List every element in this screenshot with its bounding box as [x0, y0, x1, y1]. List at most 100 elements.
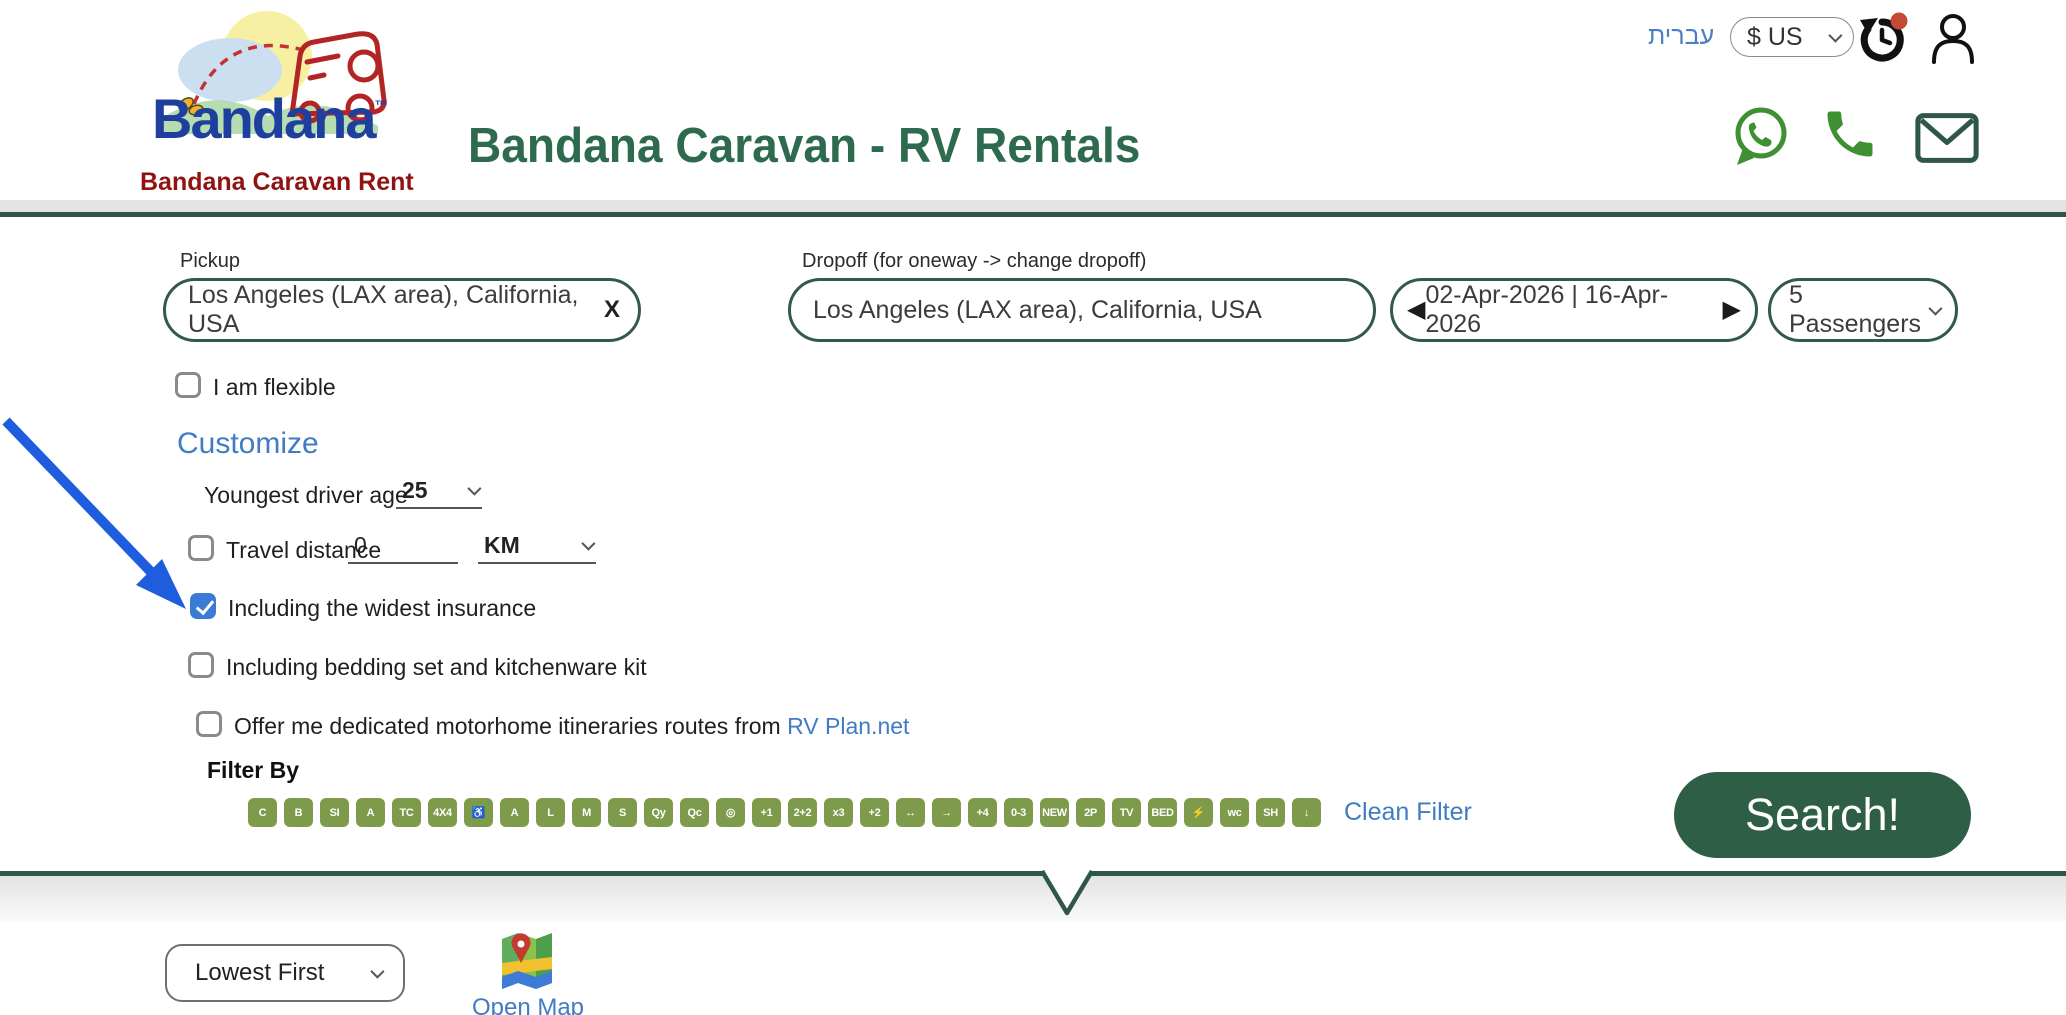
- insurance-label: Including the widest insurance: [228, 595, 536, 622]
- date-prev-button[interactable]: ◀: [1407, 298, 1425, 322]
- insurance-checkbox[interactable]: [190, 593, 216, 619]
- whatsapp-icon: [1737, 110, 1784, 165]
- filter-shower-icon[interactable]: SH: [1256, 798, 1285, 827]
- passengers-select[interactable]: 5 Passengers: [1768, 278, 1958, 342]
- map-icon: [502, 933, 552, 989]
- header-divider-line: [0, 212, 2066, 217]
- open-map-link[interactable]: Open Map: [466, 994, 590, 1015]
- distance-unit-value: KM: [484, 532, 520, 559]
- filter-rv-large-icon[interactable]: L: [536, 798, 565, 827]
- currency-value: $ US: [1747, 23, 1803, 52]
- notification-dot: [1891, 13, 1908, 30]
- chevron-down-icon: [370, 965, 384, 979]
- customize-link[interactable]: Customize: [177, 427, 319, 461]
- bedding-label: Including bedding set and kitchenware ki…: [226, 654, 647, 681]
- page-title: Bandana Caravan - RV Rentals: [468, 118, 1408, 174]
- filter-truck-camper-icon[interactable]: TC: [392, 798, 421, 827]
- filter-circle-c-icon[interactable]: Qc: [680, 798, 709, 827]
- filter-vehicle-length-icon[interactable]: ↔: [896, 798, 925, 827]
- filter-plus4-seats-icon[interactable]: +4: [968, 798, 997, 827]
- chevron-down-icon: [581, 537, 595, 551]
- filter-automatic-transmission-icon[interactable]: A: [500, 798, 529, 827]
- driver-age-value: 25: [402, 477, 428, 504]
- filter-4x4-icon[interactable]: 4X4: [428, 798, 457, 827]
- page: Bandana™ Bandana Caravan Rent Bandana Ca…: [0, 0, 2066, 1015]
- filter-icons: CBSIATC4X4♿ALMSQyQc◎+12+2x3+2↔→+40-3NEW2…: [248, 798, 1472, 827]
- filter-semi-integrated-icon[interactable]: SI: [320, 798, 349, 827]
- filter-seats-2plus2-icon[interactable]: 2+2: [788, 798, 817, 827]
- person-icon: [1934, 16, 1972, 62]
- flexible-checkbox[interactable]: [175, 372, 201, 398]
- chevron-down-icon: [1828, 29, 1842, 43]
- sort-value: Lowest First: [195, 959, 324, 987]
- clock-hands-icon: [1882, 30, 1890, 43]
- date-range-field[interactable]: ◀ 02-Apr-2026 | 16-Apr-2026 ▶: [1390, 278, 1758, 342]
- filter-baby-seat-0-3-icon[interactable]: 0-3: [1004, 798, 1033, 827]
- distance-unit-select[interactable]: KM: [478, 532, 596, 564]
- filter-x3-persons-icon[interactable]: x3: [824, 798, 853, 827]
- filter-rotate-icon[interactable]: ◎: [716, 798, 745, 827]
- logo-brand-text[interactable]: Bandana™: [152, 86, 402, 151]
- filter-new-vehicle-icon[interactable]: NEW: [1040, 798, 1069, 827]
- collapse-notch[interactable]: [1002, 869, 1132, 921]
- travel-distance-checkbox[interactable]: [188, 535, 214, 561]
- filter-tv-icon[interactable]: TV: [1112, 798, 1141, 827]
- search-button[interactable]: Search!: [1674, 772, 1971, 858]
- itineraries-checkbox[interactable]: [196, 711, 222, 737]
- phone-button[interactable]: [1820, 104, 1880, 164]
- bedding-checkbox[interactable]: [188, 652, 214, 678]
- passengers-value: 5 Passengers: [1789, 281, 1929, 339]
- logo-trademark: ™: [375, 97, 389, 113]
- filter-class-b-icon[interactable]: B: [284, 798, 313, 827]
- chevron-down-icon: [1042, 871, 1092, 913]
- travel-distance-value: 0: [354, 532, 367, 558]
- logo-brand-word: Bandana: [152, 87, 375, 150]
- filter-family-plus-icon[interactable]: +2: [860, 798, 889, 827]
- driver-age-select[interactable]: 25: [396, 477, 482, 509]
- currency-select[interactable]: $ US: [1730, 17, 1854, 57]
- logo-subtitle: Bandana Caravan Rent: [140, 168, 420, 197]
- filter-two-persons-icon[interactable]: 2P: [1076, 798, 1105, 827]
- filter-class-a-icon[interactable]: A: [356, 798, 385, 827]
- email-button[interactable]: [1912, 110, 1982, 166]
- envelope-icon: [1918, 116, 1976, 161]
- clean-filter-link[interactable]: Clean Filter: [1344, 798, 1472, 827]
- driver-age-label: Youngest driver age: [204, 482, 408, 509]
- dropoff-value: Los Angeles (LAX area), California, USA: [813, 296, 1262, 325]
- language-link-hebrew[interactable]: עברית: [1648, 22, 1714, 51]
- filter-by-label: Filter By: [207, 757, 299, 784]
- filter-wc-icon[interactable]: wc: [1220, 798, 1249, 827]
- header-divider-band: [0, 200, 2066, 212]
- phone-icon: [1828, 112, 1873, 157]
- filter-wheelchair-accessible-icon[interactable]: ♿: [464, 798, 493, 827]
- filter-power-icon[interactable]: ⚡: [1184, 798, 1213, 827]
- date-range-value: 02-Apr-2026 | 16-Apr-2026: [1425, 281, 1722, 339]
- filter-delivery-icon[interactable]: ↓: [1292, 798, 1321, 827]
- chevron-down-icon: [467, 482, 481, 496]
- filter-one-way-icon[interactable]: →: [932, 798, 961, 827]
- history-button[interactable]: [1856, 12, 1908, 66]
- open-map-button[interactable]: [500, 930, 554, 990]
- chevron-down-icon: [1928, 302, 1942, 316]
- filter-bed-icon[interactable]: BED: [1148, 798, 1177, 827]
- itineraries-label: Offer me dedicated motorhome itineraries…: [234, 713, 909, 740]
- dropoff-label: Dropoff (for oneway -> change dropoff): [802, 250, 1146, 273]
- filter-class-c-icon[interactable]: C: [248, 798, 277, 827]
- itineraries-text: Offer me dedicated motorhome itineraries…: [234, 713, 781, 739]
- filter-rv-medium-icon[interactable]: M: [572, 798, 601, 827]
- travel-distance-input[interactable]: 0: [348, 532, 458, 564]
- pickup-clear-button[interactable]: X: [594, 296, 620, 324]
- flexible-label: I am flexible: [213, 374, 336, 401]
- whatsapp-button[interactable]: [1730, 104, 1792, 168]
- pickup-input[interactable]: Los Angeles (LAX area), California, USA …: [163, 278, 641, 342]
- dropoff-input[interactable]: Los Angeles (LAX area), California, USA: [788, 278, 1376, 342]
- pickup-value: Los Angeles (LAX area), California, USA: [188, 281, 594, 339]
- date-next-button[interactable]: ▶: [1723, 298, 1741, 322]
- filter-rv-small-icon[interactable]: S: [608, 798, 637, 827]
- filter-circle-y-icon[interactable]: Qy: [644, 798, 673, 827]
- account-button[interactable]: [1930, 12, 1976, 66]
- filter-extra-person-icon[interactable]: +1: [752, 798, 781, 827]
- pickup-label: Pickup: [180, 250, 240, 273]
- rv-plan-link[interactable]: RV Plan.net: [787, 713, 909, 739]
- sort-select[interactable]: Lowest First: [165, 944, 405, 1002]
